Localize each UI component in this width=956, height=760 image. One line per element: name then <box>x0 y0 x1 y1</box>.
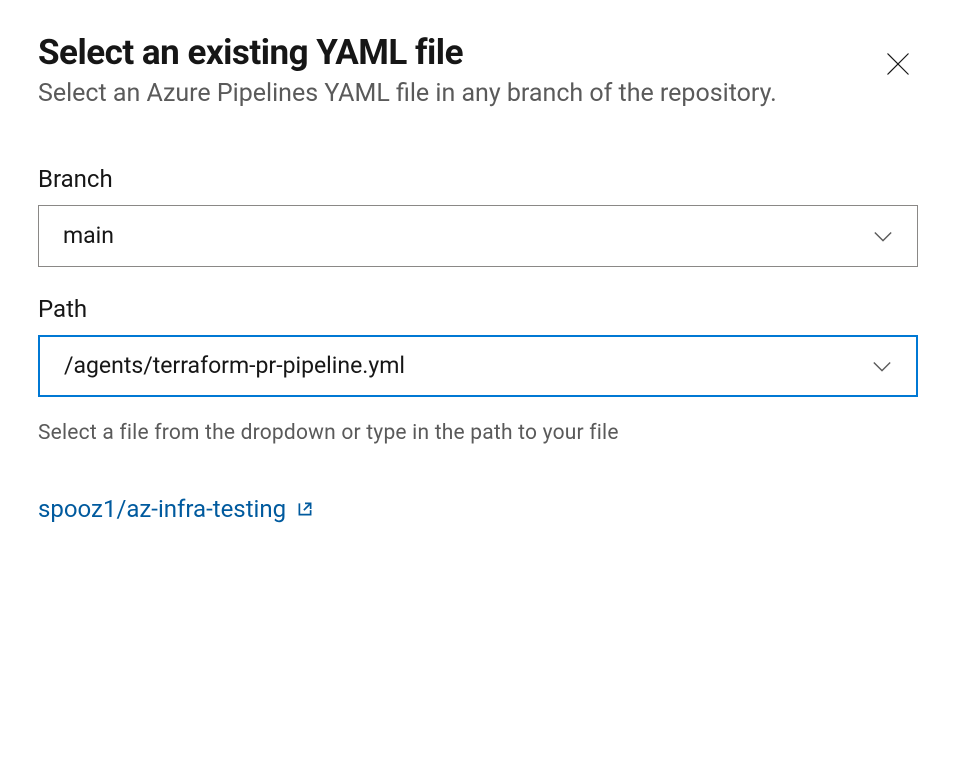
branch-label: Branch <box>38 165 918 193</box>
chevron-down-icon <box>868 352 896 380</box>
path-helper-text: Select a file from the dropdown or type … <box>38 421 918 445</box>
chevron-down-icon <box>869 222 897 250</box>
close-icon <box>884 50 912 78</box>
branch-dropdown[interactable]: main <box>38 205 918 267</box>
dialog-subtitle: Select an Azure Pipelines YAML file in a… <box>38 78 858 111</box>
path-dropdown[interactable]: /agents/terraform-pr-pipeline.yml <box>38 335 918 397</box>
branch-value: main <box>63 222 114 249</box>
dialog-title: Select an existing YAML file <box>38 32 858 74</box>
external-link-icon <box>296 500 314 518</box>
repository-link[interactable]: spooz1/az-infra-testing <box>38 495 314 523</box>
close-button[interactable] <box>878 44 918 84</box>
path-value: /agents/terraform-pr-pipeline.yml <box>64 352 405 379</box>
path-label: Path <box>38 295 918 323</box>
repository-link-text: spooz1/az-infra-testing <box>38 495 286 523</box>
